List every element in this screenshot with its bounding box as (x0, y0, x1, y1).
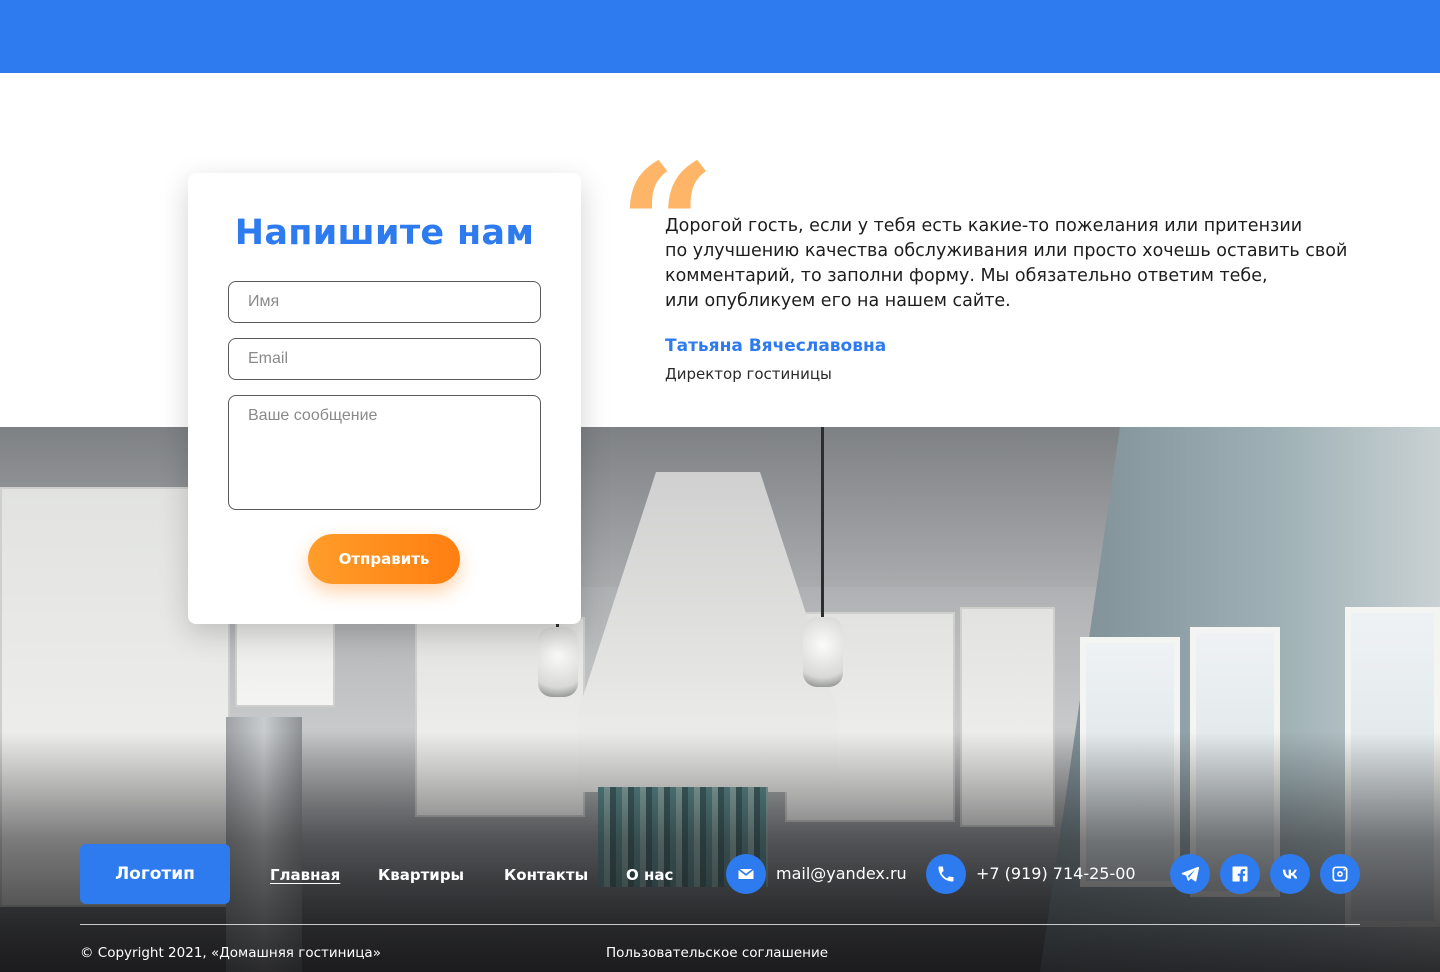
name-input[interactable] (228, 281, 541, 323)
quote-line: по улучшению качества обслуживания или п… (665, 241, 1348, 261)
quote-line: Дорогой гость, если у тебя есть какие-то… (665, 216, 1303, 236)
email-link[interactable]: mail@yandex.ru (776, 864, 907, 883)
author-role: Директор гостиницы (665, 365, 832, 383)
submit-button[interactable]: Отправить (308, 534, 460, 584)
top-header-bar (0, 0, 1440, 73)
quote-line: или опубликуем его на нашем сайте. (665, 291, 1011, 311)
vk-icon[interactable] (1270, 854, 1310, 894)
quote-text: Дорогой гость, если у тебя есть какие-то… (665, 214, 1355, 314)
nav-link-apartments[interactable]: Квартиры (378, 866, 464, 884)
footer-divider (80, 924, 1360, 925)
email-input[interactable] (228, 338, 541, 380)
logo-button[interactable]: Логотип (80, 844, 230, 904)
nav-link-home[interactable]: Главная (270, 866, 340, 884)
contact-form-card: Напишите нам Отправить (188, 173, 581, 624)
copyright-text: © Copyright 2021, «Домашняя гостиница» (80, 945, 381, 961)
phone-icon[interactable] (926, 854, 966, 894)
message-textarea[interactable] (228, 395, 541, 510)
instagram-icon[interactable] (1320, 854, 1360, 894)
mail-icon[interactable] (726, 854, 766, 894)
phone-link[interactable]: +7 (919) 714-25-00 (976, 864, 1136, 883)
form-title: Напишите нам (234, 213, 535, 253)
author-name: Татьяна Вячеславовна (665, 336, 887, 356)
facebook-icon[interactable] (1220, 854, 1260, 894)
nav-link-about[interactable]: О нас (626, 866, 673, 884)
nav-link-contacts[interactable]: Контакты (504, 866, 588, 884)
user-agreement-link[interactable]: Пользовательское соглашение (606, 945, 828, 961)
telegram-icon[interactable] (1170, 854, 1210, 894)
quote-line: комментарий, то заполни форму. Мы обязат… (665, 266, 1268, 286)
